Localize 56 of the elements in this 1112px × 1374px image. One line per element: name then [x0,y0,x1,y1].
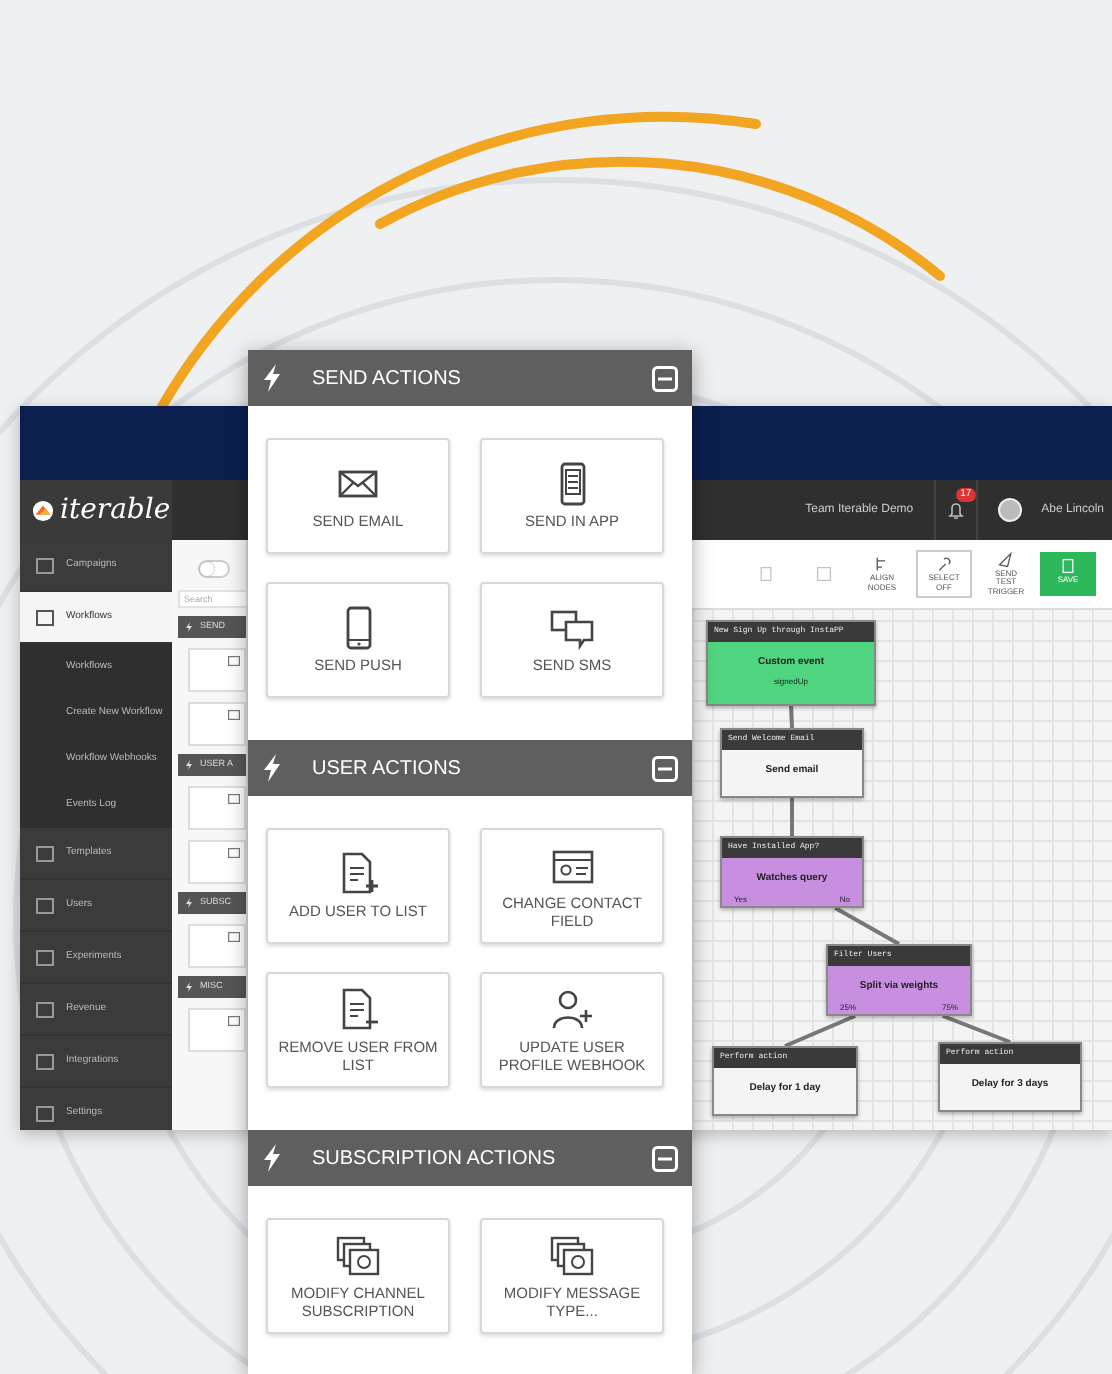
stacked-windows-icon [336,1233,380,1277]
align-icon [874,556,890,573]
rectangle-icon [36,949,54,965]
connector-line [834,906,900,946]
rectangle-icon [228,656,240,666]
rectangle-icon [36,1001,54,1017]
logo-icon [32,499,54,521]
connector-line [942,1014,1011,1044]
collapse-icon[interactable] [652,365,678,391]
floppy-icon [1060,558,1076,574]
connector-line [784,1014,856,1048]
lightning-icon [186,760,192,770]
bell-icon[interactable] [947,501,964,519]
trash-icon [758,566,774,582]
stacked-windows-icon [550,1233,594,1277]
connector-line [789,705,794,729]
chat-bubbles-icon [550,606,594,650]
square-icon [816,566,832,582]
connector-line [790,798,794,836]
section-header[interactable]: USER ACTIONS [248,740,692,796]
lightning-icon [186,622,192,632]
collapse-icon[interactable] [652,755,678,781]
lightning-icon [264,754,280,782]
rectangle-icon [36,1053,54,1069]
palette-card[interactable] [188,840,246,884]
rectangle-icon [36,897,54,913]
palette-card[interactable] [188,648,246,692]
section-title: SEND ACTIONS [312,365,463,393]
rectangle-icon [228,1016,240,1026]
rectangle-icon [228,794,240,804]
rectangle-icon [228,932,240,942]
lightning-icon [186,898,192,908]
palette-card[interactable] [188,924,246,968]
palette-card[interactable] [188,786,246,830]
palette-card[interactable] [188,1008,246,1052]
section-header[interactable]: SEND ACTIONS [248,350,692,406]
paper-plane-icon [998,551,1014,568]
lightning-icon [264,1144,280,1172]
rectangle-icon [36,1105,54,1121]
lightning-icon [264,364,280,392]
rectangle-icon [36,609,54,625]
avatar-circle[interactable] [997,498,1022,522]
rectangle-icon [228,710,240,720]
section-title: USER ACTIONS [312,755,463,783]
collapse-icon[interactable] [652,1145,678,1171]
palette-card[interactable] [188,702,246,746]
section-header[interactable]: SUBSCRIPTION ACTIONS [248,1130,692,1186]
section-title: SUBSCRIPTION ACTIONS [312,1145,558,1173]
rectangle-icon [36,845,54,861]
wand-icon [936,556,952,573]
rectangle-icon [36,557,54,573]
rectangle-icon [228,848,240,858]
logo-text: iterable [60,491,171,529]
lightning-icon [186,982,192,992]
toggle-switch[interactable] [198,560,230,578]
person-plus-icon [550,987,594,1031]
